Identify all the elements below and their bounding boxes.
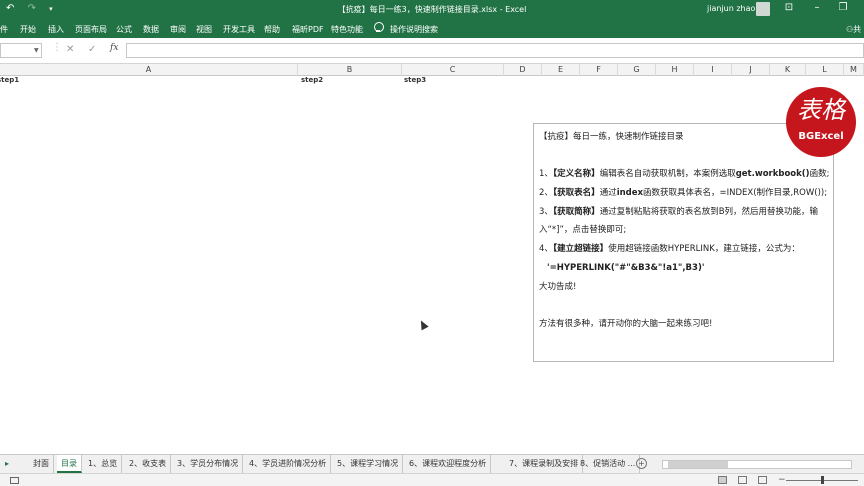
column-header-j[interactable]: J: [732, 64, 770, 76]
user-name[interactable]: jianjun zhao: [707, 4, 755, 13]
sheet-tab-income[interactable]: 2、收支表: [125, 455, 172, 473]
zoom-out-icon[interactable]: −: [778, 475, 786, 485]
column-header-c[interactable]: C: [402, 64, 504, 76]
tab-special-features[interactable]: 特色功能: [331, 24, 363, 35]
tab-help[interactable]: 帮助: [264, 24, 280, 35]
share-label: 共: [853, 25, 862, 34]
title-bar: ↶ ↷ ▾ 【抗疫】每日一练3，快速制作链接目录.xlsx - Excel ji…: [0, 0, 864, 19]
zoom-slider-thumb[interactable]: [821, 476, 824, 484]
sheet-tab-course-learning[interactable]: 5、课程学习情况: [333, 455, 404, 473]
tab-insert[interactable]: 插入: [48, 24, 64, 35]
done-text: 大功告成!: [539, 281, 577, 292]
column-header-e[interactable]: E: [542, 64, 580, 76]
column-header-m[interactable]: M: [844, 64, 864, 76]
column-header-k[interactable]: K: [770, 64, 806, 76]
sheet-tab-overview[interactable]: 1、总览: [84, 455, 123, 473]
column-header-l[interactable]: L: [806, 64, 844, 76]
instructions-textbox[interactable]: 【抗疫】每日一练，快速制作链接目录 1、【定义名称】编辑表名自动获取机制，本案例…: [533, 123, 834, 362]
close-icon[interactable]: ✕: [66, 44, 74, 55]
chevron-down-icon[interactable]: ▼: [34, 47, 39, 54]
sheet-tab-student-distribution[interactable]: 3、学员分布情况: [173, 455, 244, 473]
column-header-b[interactable]: B: [298, 64, 402, 76]
step-3-continued: 入“*]”，点击替换即可;: [539, 225, 627, 236]
column-header-h[interactable]: H: [656, 64, 694, 76]
column-header-f[interactable]: F: [580, 64, 618, 76]
share-button[interactable]: ⚇共: [846, 24, 861, 35]
textbox-blank: [539, 147, 828, 166]
step-1: 1、【定义名称】编辑表名自动获取机制，本案例选取get.workbook()函数…: [539, 169, 830, 180]
logo-glyph: 表格: [797, 96, 845, 124]
step-2: 2、【获取表名】通过index函数获取具体表名，=INDEX(制作目录,ROW(…: [539, 188, 828, 199]
minimize-icon[interactable]: –: [810, 2, 824, 13]
drag-handle-icon[interactable]: ⋮: [52, 42, 62, 53]
sheet-tab-course-popularity[interactable]: 6、课程欢迎程度分析: [405, 455, 492, 473]
sheet-tab-cover[interactable]: 封面: [29, 455, 54, 473]
normal-view-icon[interactable]: [718, 476, 727, 484]
maximize-icon[interactable]: ❐: [836, 2, 850, 13]
cell-b1[interactable]: step2: [301, 76, 323, 84]
page-break-view-icon[interactable]: [758, 476, 767, 484]
sheet-tab-toc[interactable]: 目录: [57, 455, 82, 473]
formula-input[interactable]: [126, 43, 864, 58]
sheet-nav-icon[interactable]: ▸: [5, 459, 9, 468]
tab-review[interactable]: 审阅: [170, 24, 186, 35]
tab-file[interactable]: 件: [0, 24, 8, 35]
column-header-d[interactable]: D: [504, 64, 542, 76]
textbox-title: 【抗疫】每日一练，快速制作链接目录: [539, 132, 684, 142]
status-bar: −: [0, 473, 864, 486]
tab-home[interactable]: 开始: [20, 24, 36, 35]
tab-page-layout[interactable]: 页面布局: [75, 24, 107, 35]
macro-record-icon[interactable]: [10, 477, 19, 484]
sheet-tab-course-recording[interactable]: 7、课程录制及安排: [505, 455, 584, 473]
tab-foxit-pdf[interactable]: 福昕PDF: [292, 24, 324, 35]
insert-function-button[interactable]: fx: [110, 43, 118, 53]
tab-developer[interactable]: 开发工具: [223, 24, 255, 35]
textbox-blank-2: [539, 296, 828, 315]
tab-formulas[interactable]: 公式: [116, 24, 132, 35]
sheet-tab-student-progress[interactable]: 4、学员进阶情况分析: [245, 455, 332, 473]
sheet-tab-promotion[interactable]: 8、促销活动 ...: [576, 455, 641, 473]
formula-bar: ▼ ⋮ ✕ ✓ fx: [0, 38, 864, 64]
step-3: 3、【获取简称】通过复制粘贴将获取的表名放到B列，然后用替换功能，输: [539, 206, 819, 217]
logo-brand: BGExcel: [798, 131, 844, 142]
column-header-i[interactable]: I: [694, 64, 732, 76]
ribbon-tabs: 件 开始 插入 页面布局 公式 数据 审阅 视图 开发工具 帮助 福昕PDF 特…: [0, 19, 864, 38]
footer-text: 方法有很多种，请开动你的大脑一起来练习吧!: [539, 318, 713, 329]
sheet-tabs-bar: ▸ 封面 目录 1、总览 2、收支表 3、学员分布情况 4、学员进阶情况分析 5…: [0, 454, 864, 473]
scrollbar-thumb[interactable]: [668, 461, 728, 468]
ribbon-display-icon[interactable]: ⊡: [782, 2, 796, 13]
cell-c1[interactable]: step3: [404, 76, 426, 84]
step-4-formula: '=HYPERLINK("#"&B3&"!a1",B3)': [547, 262, 705, 273]
lightbulb-icon: [374, 22, 384, 33]
bgexcel-logo: 表格 BGExcel: [786, 87, 856, 157]
page-layout-view-icon[interactable]: [738, 476, 747, 484]
add-sheet-icon[interactable]: +: [636, 458, 647, 469]
column-header-a[interactable]: A: [0, 64, 298, 76]
tab-data[interactable]: 数据: [143, 24, 159, 35]
column-headers: A B C D E F G H I J K L M: [0, 64, 864, 76]
step-4: 4、【建立超链接】使用超链接函数HYPERLINK，建立链接，公式为：: [539, 244, 800, 255]
column-header-g[interactable]: G: [618, 64, 656, 76]
tab-view[interactable]: 视图: [196, 24, 212, 35]
cell-a1[interactable]: step1: [0, 76, 19, 84]
check-icon[interactable]: ✓: [88, 44, 96, 55]
tell-me-search[interactable]: 操作说明搜索: [390, 24, 438, 35]
avatar[interactable]: [756, 2, 770, 16]
